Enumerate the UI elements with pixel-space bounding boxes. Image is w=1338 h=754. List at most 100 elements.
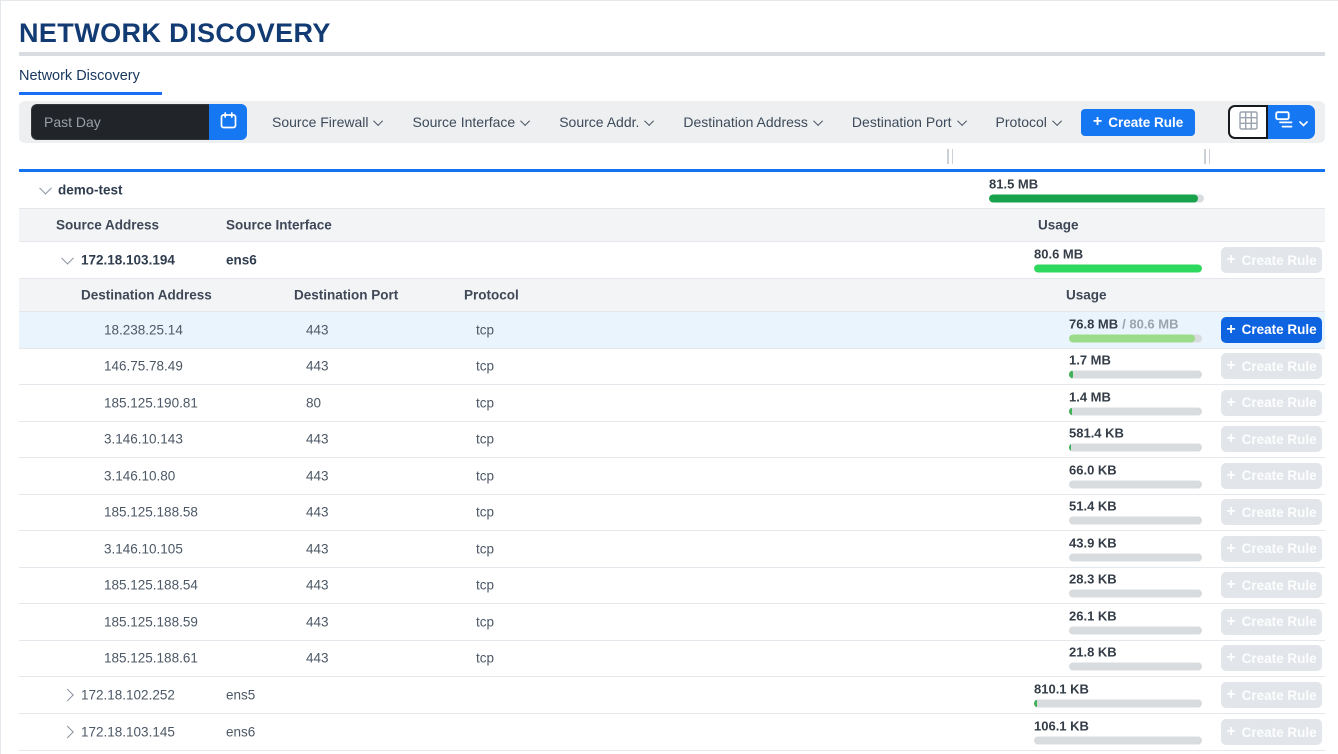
chevron-right-icon[interactable] — [61, 689, 74, 702]
destination-port: 443 — [306, 432, 329, 447]
view-toggle — [1228, 105, 1315, 139]
chevron-down-icon[interactable] — [39, 182, 52, 195]
destination-port: 443 — [306, 541, 329, 556]
destination-address: 3.146.10.105 — [104, 541, 183, 556]
source-header-row: Source Address Source Interface Usage — [19, 209, 1325, 242]
destination-header-row: Destination Address Destination Port Pro… — [19, 279, 1325, 312]
table-row[interactable]: 185.125.188.59 443 tcp 26.1 KB + Create … — [19, 604, 1325, 641]
chevron-down-icon — [813, 116, 823, 126]
group-row[interactable]: demo-test 81.5 MB — [19, 172, 1325, 209]
chevron-down-icon — [374, 116, 384, 126]
create-rule-button[interactable]: + Create Rule — [1221, 463, 1322, 489]
column-resize-handle[interactable] — [947, 149, 953, 164]
chevron-down-icon[interactable] — [61, 252, 74, 265]
protocol: tcp — [476, 578, 494, 593]
create-rule-button[interactable]: + Create Rule — [1221, 609, 1322, 635]
destination-port: 443 — [306, 614, 329, 629]
usage-value: 80.6 MB — [1034, 247, 1083, 262]
filter-protocol[interactable]: Protocol — [996, 114, 1062, 130]
discovery-table: demo-test 81.5 MB Source Address Source … — [19, 169, 1325, 751]
create-rule-button[interactable]: + Create Rule — [1221, 536, 1322, 562]
usage-value: 43.9 KB — [1069, 535, 1117, 550]
create-rule-button[interactable]: + Create Rule — [1221, 317, 1322, 343]
usage-cell: 81.5 MB — [989, 178, 1204, 203]
tree-view-icon — [1275, 111, 1296, 133]
column-resize-handle[interactable] — [1204, 149, 1210, 164]
usage-bar — [1069, 590, 1202, 598]
create-rule-button[interactable]: + Create Rule — [1221, 682, 1322, 708]
create-rule-button[interactable]: + Create Rule — [1221, 499, 1322, 525]
chevron-down-icon — [957, 116, 967, 126]
usage-cell: 810.1 KB — [1034, 683, 1202, 708]
create-rule-button[interactable]: + Create Rule — [1221, 719, 1322, 745]
destination-address: 3.146.10.143 — [104, 432, 183, 447]
source-row[interactable]: 172.18.103.145 ens6 106.1 KB + Create Ru… — [19, 714, 1325, 751]
source-address: 172.18.103.145 — [81, 725, 175, 740]
filter-source-firewall[interactable]: Source Firewall — [272, 114, 383, 130]
create-rule-button[interactable]: + Create Rule — [1221, 572, 1322, 598]
source-interface: ens6 — [226, 725, 255, 740]
source-row[interactable]: 172.18.102.252 ens5 810.1 KB + Create Ru… — [19, 677, 1325, 714]
tree-view-button[interactable] — [1268, 105, 1315, 139]
destination-address: 185.125.188.58 — [104, 505, 198, 520]
usage-value: 26.1 KB — [1069, 608, 1117, 623]
date-range-input[interactable] — [31, 104, 209, 140]
destination-port: 443 — [306, 322, 329, 337]
tab-bar: Network Discovery — [19, 67, 162, 95]
protocol: tcp — [476, 395, 494, 410]
table-row[interactable]: 185.125.188.58 443 tcp 51.4 KB + Create … — [19, 495, 1325, 532]
chevron-down-icon — [1052, 116, 1062, 126]
table-row[interactable]: 185.125.188.61 443 tcp 21.8 KB + Create … — [19, 641, 1325, 678]
filter-destination-port[interactable]: Destination Port — [852, 114, 967, 130]
usage-value: 66.0 KB — [1069, 462, 1117, 477]
table-row[interactable]: 185.125.190.81 80 tcp 1.4 MB + Create Ru… — [19, 385, 1325, 422]
usage-bar — [1069, 371, 1202, 379]
column-header: Usage — [1038, 218, 1079, 233]
tab-network-discovery[interactable]: Network Discovery — [19, 68, 162, 95]
usage-cell: 26.1 KB — [1069, 609, 1202, 634]
chevron-right-icon[interactable] — [61, 726, 74, 739]
usage-value: 1.7 MB — [1069, 353, 1111, 368]
create-rule-button[interactable]: + Create Rule — [1221, 247, 1322, 273]
create-rule-button[interactable]: + Create Rule — [1221, 426, 1322, 452]
grid-view-icon — [1239, 111, 1258, 133]
create-rule-button[interactable]: + Create Rule — [1221, 645, 1322, 671]
plus-icon: + — [1226, 686, 1235, 704]
table-row[interactable]: 3.146.10.105 443 tcp 43.9 KB + Create Ru… — [19, 531, 1325, 568]
usage-value: 810.1 KB — [1034, 682, 1089, 697]
usage-bar — [1069, 334, 1202, 342]
table-row[interactable]: 3.146.10.143 443 tcp 581.4 KB + Create R… — [19, 422, 1325, 459]
destination-address: 146.75.78.49 — [104, 359, 183, 374]
filter-source-interface[interactable]: Source Interface — [412, 114, 530, 130]
usage-cell: 76.8 MB/ 80.6 MB — [1069, 317, 1202, 342]
usage-bar — [1034, 737, 1202, 745]
table-row[interactable]: 3.146.10.80 443 tcp 66.0 KB + Create Rul… — [19, 458, 1325, 495]
create-rule-button[interactable]: + Create Rule — [1221, 353, 1322, 379]
calendar-button[interactable] — [209, 104, 247, 140]
plus-icon: + — [1226, 321, 1235, 339]
plus-icon: + — [1226, 649, 1235, 667]
create-rule-button[interactable]: + Create Rule — [1221, 390, 1322, 416]
source-address: 172.18.102.252 — [81, 688, 175, 703]
usage-cell: 1.4 MB — [1069, 390, 1202, 415]
source-address: 172.18.103.194 — [81, 253, 175, 268]
toolbar: Source Firewall Source Interface Source … — [19, 101, 1325, 143]
calendar-icon — [220, 112, 237, 132]
title-divider — [19, 52, 1325, 56]
table-view-button[interactable] — [1228, 105, 1268, 139]
usage-value: 21.8 KB — [1069, 645, 1117, 660]
table-row[interactable]: 18.238.25.14 443 tcp 76.8 MB/ 80.6 MB + … — [19, 312, 1325, 349]
source-row[interactable]: 172.18.103.194 ens6 80.6 MB + Create Rul… — [19, 242, 1325, 279]
filter-source-addr[interactable]: Source Addr. — [559, 114, 654, 130]
usage-value: 581.4 KB — [1069, 426, 1124, 441]
filter-destination-address[interactable]: Destination Address — [683, 114, 823, 130]
plus-icon: + — [1093, 113, 1102, 131]
destination-address: 185.125.190.81 — [104, 395, 198, 410]
destination-port: 443 — [306, 359, 329, 374]
table-row[interactable]: 185.125.188.54 443 tcp 28.3 KB + Create … — [19, 568, 1325, 605]
usage-cell: 43.9 KB — [1069, 536, 1202, 561]
create-rule-button[interactable]: + Create Rule — [1081, 109, 1195, 136]
table-row[interactable]: 146.75.78.49 443 tcp 1.7 MB + Create Rul… — [19, 349, 1325, 386]
plus-icon: + — [1226, 467, 1235, 485]
usage-value: 106.1 KB — [1034, 719, 1089, 734]
